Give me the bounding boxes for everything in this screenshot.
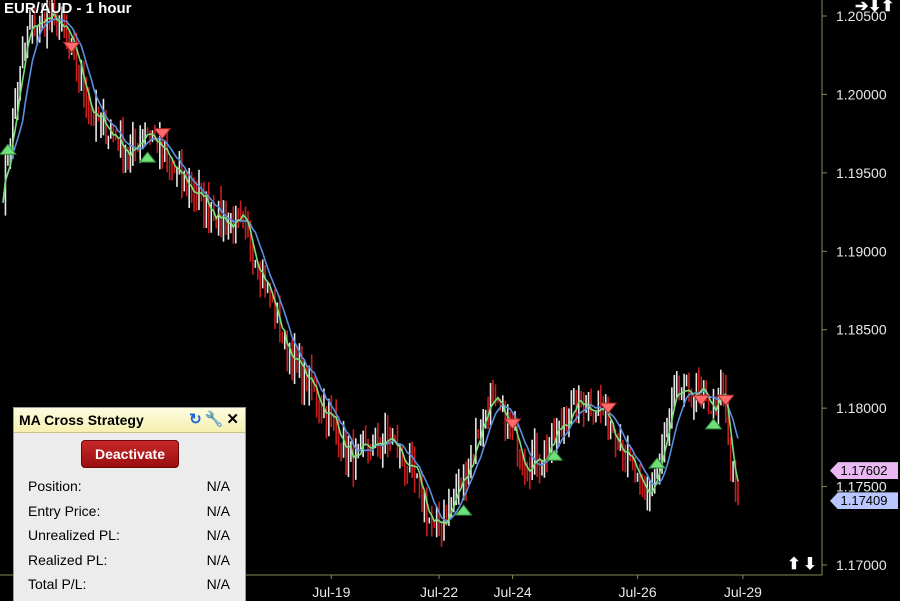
price-tick-label: 1.20000 bbox=[836, 86, 887, 102]
entry-price-label: Entry Price: bbox=[28, 503, 101, 519]
strategy-panel-icons: ↻ 🔧 ✕ bbox=[186, 410, 239, 428]
time-tick-label: Jul-29 bbox=[724, 584, 762, 600]
total-pl-label: Total P/L: bbox=[28, 576, 87, 592]
chart-title: EUR/AUD - 1 hour bbox=[4, 0, 132, 17]
deactivate-button[interactable]: Deactivate bbox=[81, 440, 179, 468]
close-icon[interactable]: ✕ bbox=[226, 410, 239, 428]
price-axis: 1.205001.200001.195001.190001.185001.180… bbox=[821, 0, 887, 575]
price-tick-label: 1.19000 bbox=[836, 243, 887, 259]
price-tick-label: 1.17500 bbox=[836, 479, 887, 495]
unrealized-pl-row: Unrealized PL: N/A bbox=[28, 527, 230, 543]
arrow-up-icon[interactable]: ⬆ bbox=[881, 0, 894, 16]
realized-pl-label: Realized PL: bbox=[28, 552, 108, 568]
unrealized-pl-value: N/A bbox=[206, 527, 230, 543]
arrow-up-icon[interactable]: ⬆ bbox=[786, 554, 802, 574]
entry-price-row: Entry Price: N/A bbox=[28, 503, 230, 519]
total-pl-value: N/A bbox=[206, 576, 230, 592]
price-tick-label: 1.18000 bbox=[836, 400, 887, 416]
position-label: Position: bbox=[28, 478, 82, 494]
price-tick-label: 1.17000 bbox=[836, 557, 887, 573]
position-row: Position: N/A bbox=[28, 478, 230, 494]
chart-navigation-bottom: ⬆ ⬇ bbox=[786, 554, 818, 574]
price-tick-label: 1.19500 bbox=[836, 165, 887, 181]
price-tag-ask: 1.17409 bbox=[830, 492, 898, 510]
time-tick-label: Jul-24 bbox=[494, 584, 532, 600]
refresh-icon[interactable]: ↻ bbox=[189, 410, 202, 428]
strategy-panel: MA Cross Strategy ↻ 🔧 ✕ Deactivate Positio… bbox=[13, 407, 246, 601]
realized-pl-row: Realized PL: N/A bbox=[28, 552, 230, 568]
price-tag-bid: 1.17602 bbox=[830, 462, 898, 480]
arrow-right-icon[interactable]: ➔ bbox=[855, 0, 868, 16]
wrench-icon[interactable]: 🔧 bbox=[205, 410, 224, 428]
arrow-down-icon[interactable]: ⬇ bbox=[868, 0, 881, 16]
time-tick-label: Jul-26 bbox=[618, 584, 656, 600]
unrealized-pl-label: Unrealized PL: bbox=[28, 527, 120, 543]
total-pl-row: Total P/L: N/A bbox=[28, 576, 230, 592]
price-tick-label: 1.18500 bbox=[836, 322, 887, 338]
position-value: N/A bbox=[206, 478, 230, 494]
arrow-down-icon[interactable]: ⬇ bbox=[802, 554, 818, 574]
chart-navigation-top: ➔⬇⬆ bbox=[855, 0, 894, 16]
strategy-panel-header: MA Cross Strategy ↻ 🔧 ✕ bbox=[14, 408, 245, 433]
entry-price-value: N/A bbox=[206, 503, 230, 519]
time-tick-label: Jul-19 bbox=[312, 584, 350, 600]
strategy-panel-title: MA Cross Strategy bbox=[19, 412, 144, 428]
time-tick-label: Jul-22 bbox=[420, 584, 458, 600]
buy-signal-marker bbox=[138, 151, 157, 163]
realized-pl-value: N/A bbox=[206, 552, 230, 568]
